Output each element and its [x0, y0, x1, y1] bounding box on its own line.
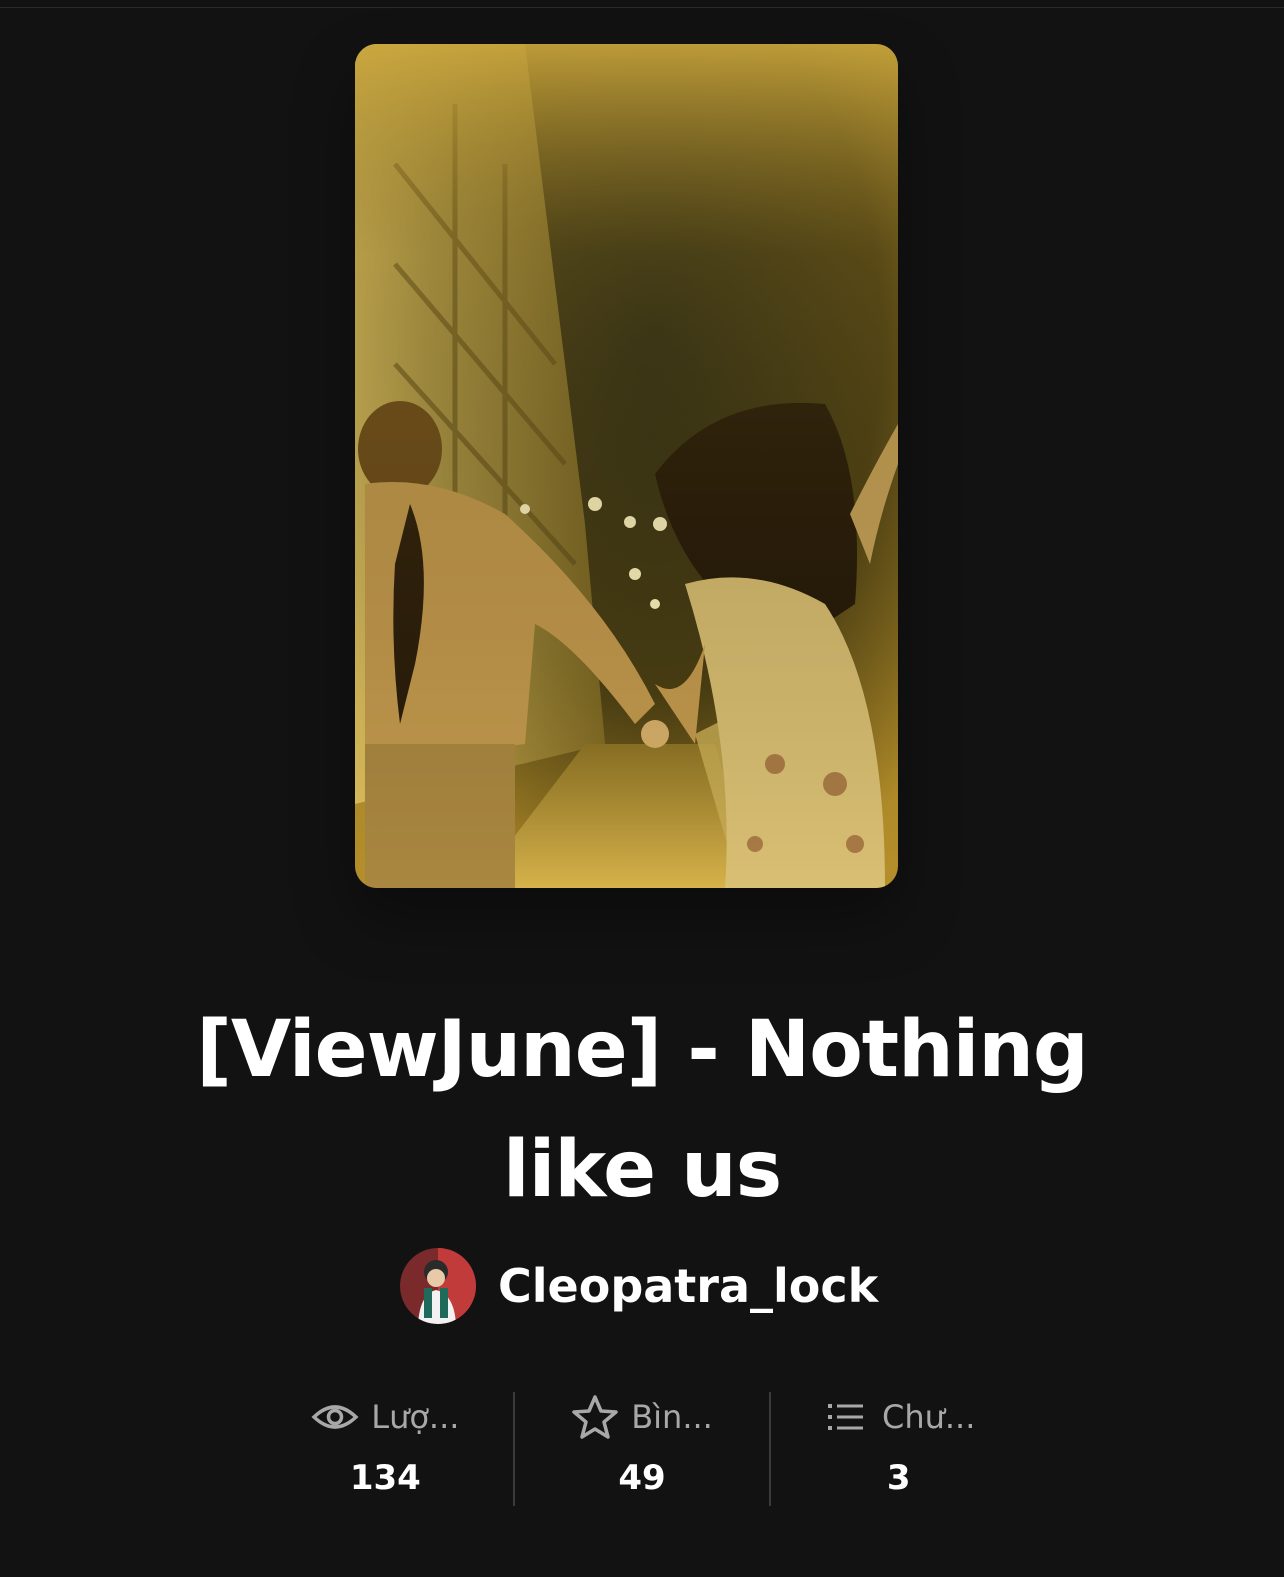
star-icon	[571, 1393, 619, 1441]
stat-reads: Lượ... 134	[258, 1392, 513, 1506]
stat-parts-label: Chư...	[881, 1398, 976, 1436]
author-avatar[interactable]	[400, 1248, 476, 1324]
stat-reads-value: 134	[349, 1458, 421, 1498]
stat-parts: Chư... 3	[769, 1392, 1026, 1506]
author-name[interactable]: Cleopatra_lock	[498, 1259, 878, 1313]
story-stats: Lượ... 134 Bìn... 49 Chư... 3	[258, 1392, 1026, 1506]
stat-reads-label: Lượ...	[371, 1398, 460, 1436]
list-icon	[822, 1393, 870, 1441]
stat-votes: Bìn... 49	[512, 1392, 770, 1506]
story-title: [ViewJune] - Nothing like us	[140, 990, 1144, 1230]
story-cover-image[interactable]	[355, 44, 898, 888]
stat-parts-value: 3	[886, 1458, 911, 1498]
story-title-line-1: [ViewJune] - Nothing	[196, 1005, 1088, 1095]
top-border	[0, 0, 1284, 8]
story-title-line-2: like us	[502, 1125, 782, 1215]
author-link[interactable]: Cleopatra_lock	[400, 1248, 878, 1324]
stat-votes-value: 49	[618, 1458, 666, 1498]
stat-votes-label: Bìn...	[631, 1398, 713, 1436]
eye-icon	[311, 1393, 359, 1441]
